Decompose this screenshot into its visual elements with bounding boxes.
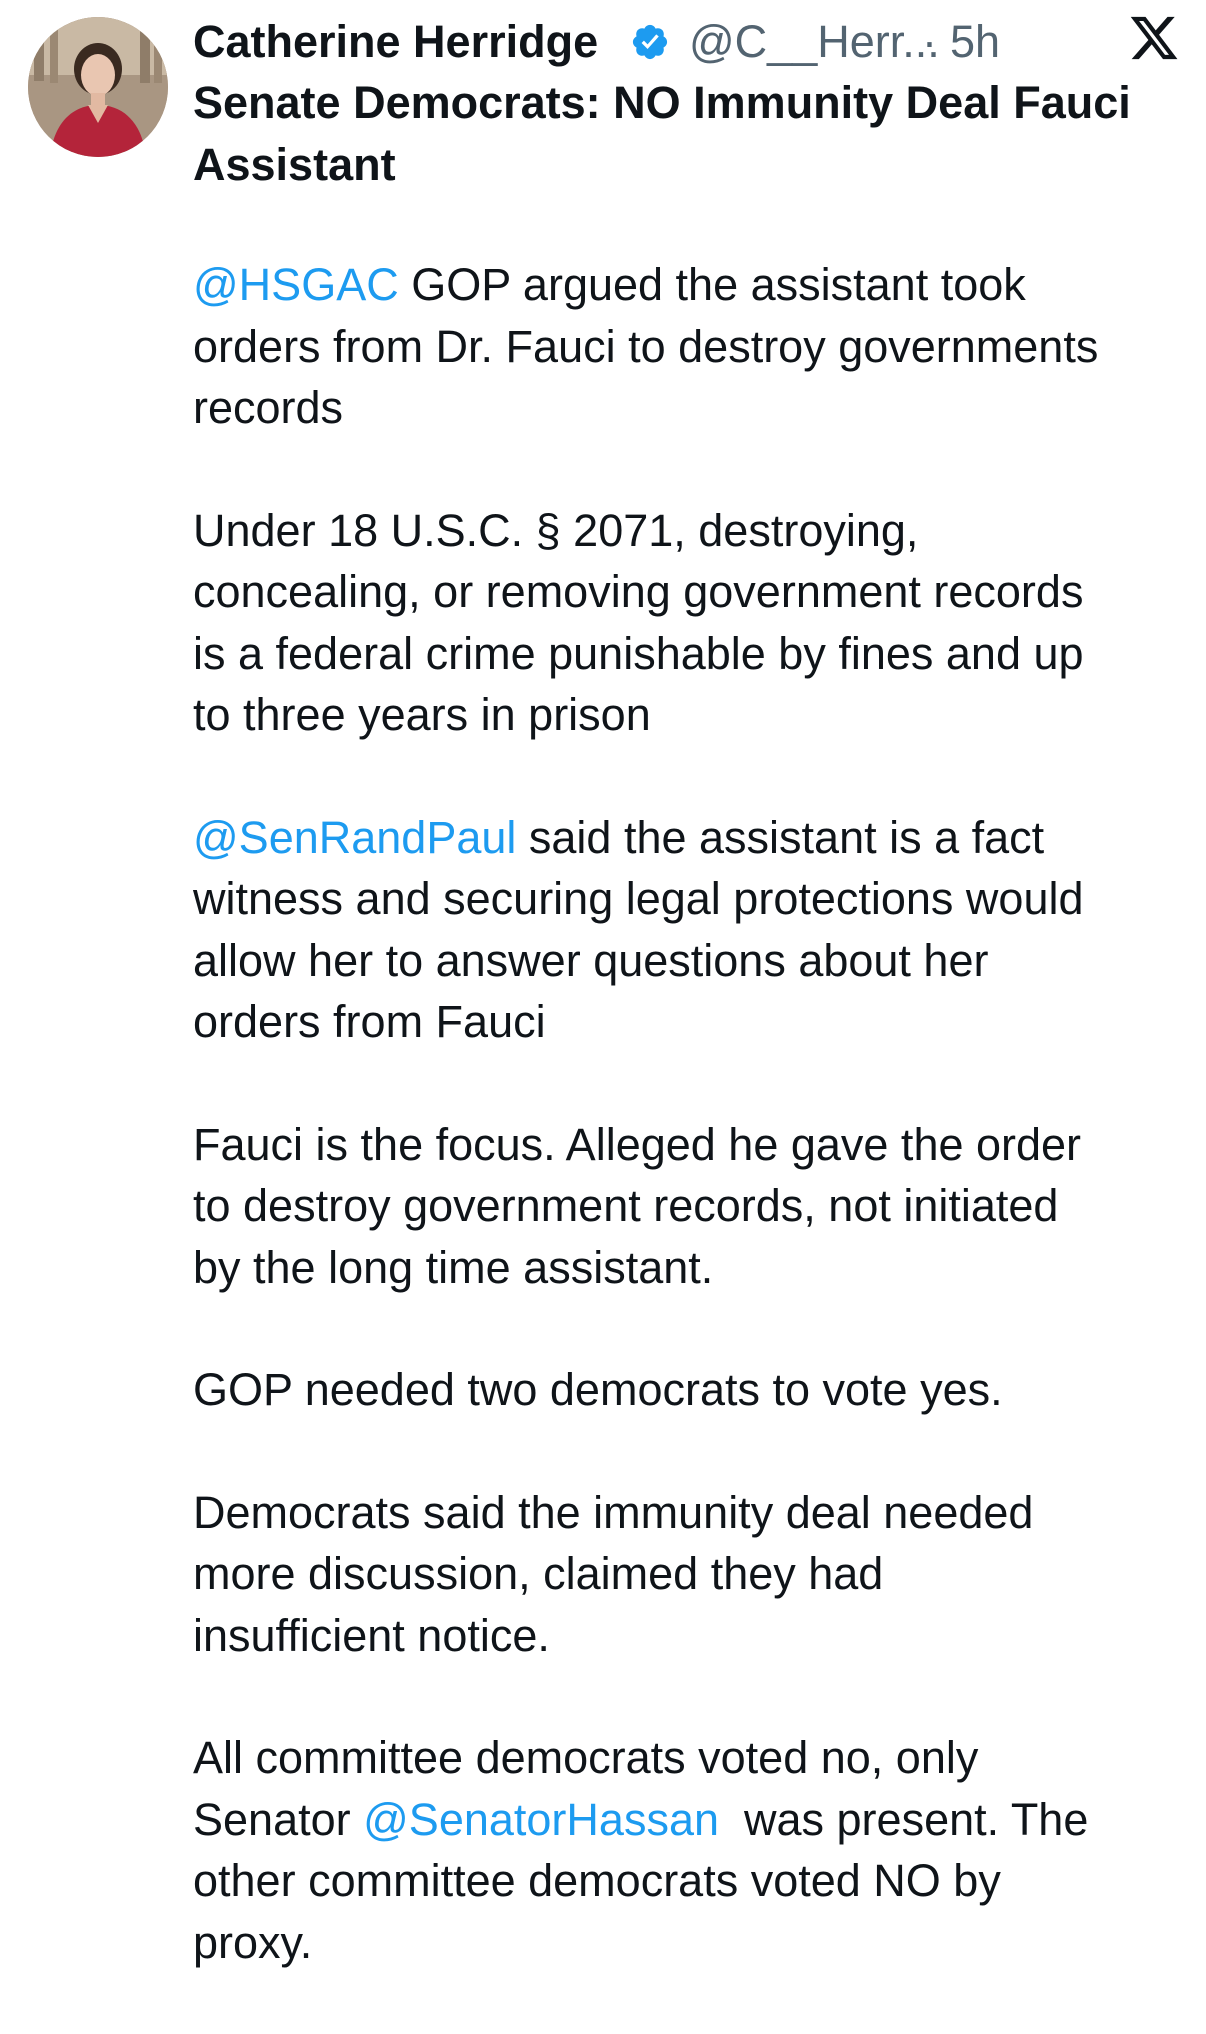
text-line: other committee democrats voted NO by	[193, 1855, 1001, 1906]
text-span: said the assistant is a fact	[516, 811, 1045, 863]
tweet-body: @HSGAC GOP argued the assistant took ord…	[193, 254, 1188, 2034]
verified-badge-icon	[630, 22, 670, 62]
text-line: to destroy government records, not initi…	[193, 1180, 1059, 1231]
tweet-paragraph: Democrats said the immunity deal needed …	[193, 1482, 1188, 1667]
title-line: Senate Democrats: NO Immunity Deal Fauci	[193, 77, 1131, 128]
tweet-paragraph: GOP needed two democrats to vote yes.	[193, 1359, 1188, 1421]
tweet-paragraph: Fauci is the focus. Alleged he gave the …	[193, 1114, 1188, 1299]
text-line: to three years in prison	[193, 689, 651, 740]
author-avatar[interactable]	[28, 17, 168, 157]
text-line: @SenRandPaul said the assistant is a fac…	[193, 807, 1188, 869]
author-handle[interactable]: @C__Herr...	[689, 14, 940, 70]
text-line: allow her to answer questions about her	[193, 934, 989, 986]
mention-link-hsgac[interactable]: @HSGAC	[193, 259, 399, 310]
text-line: Under 18 U.S.C. § 2071, destroying,	[193, 504, 919, 556]
text-line: orders from Dr. Fauci to destroy governm…	[193, 320, 1099, 372]
text-span: Senator	[193, 1793, 364, 1845]
tweet-paragraph: All committee democrats voted no, only S…	[193, 1727, 1188, 1973]
tweet-paragraph: @HSGAC GOP argued the assistant took ord…	[193, 254, 1188, 439]
profile-photo	[28, 17, 168, 157]
text-line: witness and securing legal protections w…	[193, 873, 1084, 924]
text-line: orders from Fauci	[193, 996, 546, 1047]
text-line: more discussion, claimed they had	[193, 1548, 884, 1599]
text-line: by the long time assistant.	[193, 1241, 714, 1293]
text-line: concealing, or removing government recor…	[193, 566, 1084, 617]
text-span: was present. The	[719, 1793, 1089, 1845]
title-line: Assistant	[193, 139, 396, 190]
tweet-title: Senate Democrats: NO Immunity Deal Fauci…	[193, 72, 1188, 196]
mention-link-senatorhassan[interactable]: @SenatorHassan	[363, 1794, 719, 1845]
x-logo-icon[interactable]	[1126, 12, 1182, 64]
tweet-paragraph: @SenRandPaul said the assistant is a fac…	[193, 807, 1188, 1053]
text-line: is a federal crime punishable by fines a…	[193, 627, 1084, 679]
mention-link-senrandpaul[interactable]: @SenRandPaul	[193, 812, 516, 863]
text-line: proxy.	[193, 1916, 313, 1968]
text-line: Senator @SenatorHassan was present. The	[193, 1789, 1188, 1851]
text-line: @HSGAC GOP argued the assistant took	[193, 254, 1188, 316]
text-line: Democrats said the immunity deal needed	[193, 1486, 1034, 1538]
text-line: GOP needed two democrats to vote yes.	[193, 1364, 1003, 1415]
post-time[interactable]: 5h	[950, 14, 1000, 70]
separator-dot: ·	[922, 16, 937, 67]
text-line: insufficient notice.	[193, 1609, 550, 1661]
author-name[interactable]: Catherine Herridge	[193, 14, 598, 70]
text-line: Fauci is the focus. Alleged he gave the …	[193, 1118, 1082, 1170]
text-span: GOP argued the assistant took	[398, 259, 1026, 310]
text-line: records	[193, 382, 344, 433]
tweet-header: Catherine Herridge @C__Herr... · 5h	[193, 6, 1183, 70]
text-line: All committee democrats voted no, only	[193, 1732, 979, 1783]
tweet-paragraph: Under 18 U.S.C. § 2071, destroying, conc…	[193, 500, 1188, 746]
